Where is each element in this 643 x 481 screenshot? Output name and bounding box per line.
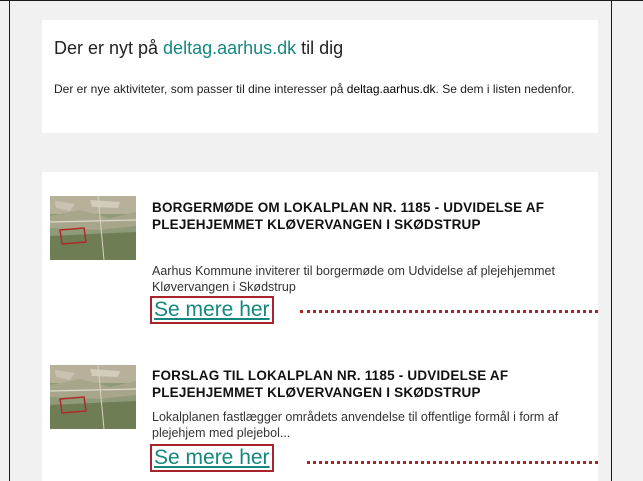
intro-text-part: . Se dem i listen nedenfor. [435, 82, 575, 96]
callout-dots [300, 310, 598, 316]
activity-list: BORGERMØDE OM LOKALPLAN NR. 1185 - UDVID… [42, 172, 598, 481]
intro-title-suffix: til dig [296, 38, 344, 58]
see-more-link[interactable]: Se mere her [150, 444, 274, 472]
frame-border-top [0, 0, 643, 1]
map-thumbnail[interactable] [50, 365, 136, 429]
frame-border-right [611, 0, 612, 481]
frame-border-left [9, 0, 10, 481]
item-description: Aarhus Kommune inviterer til borgermøde … [152, 264, 555, 294]
intro-text-part: Der er nye aktiviteter, som passer til d… [54, 82, 347, 96]
item-description: Lokalplanen fastlægger områdets anvendel… [152, 410, 559, 440]
intro-title-prefix: Der er nyt på [54, 38, 164, 58]
callout-dots [307, 461, 598, 467]
intro-card: Der er nyt på deltag.aarhus.dk til dig D… [42, 20, 598, 133]
site-link[interactable]: deltag.aarhus.dk [163, 38, 296, 58]
intro-text-site: deltag.aarhus.dk [346, 82, 436, 96]
item-title[interactable]: BORGERMØDE OM LOKALPLAN NR. 1185 - UDVID… [152, 200, 592, 233]
item-title[interactable]: FORSLAG TIL LOKALPLAN NR. 1185 - UDVIDEL… [152, 368, 592, 401]
see-more-link[interactable]: Se mere her [150, 296, 274, 324]
intro-text: Der er nye aktiviteter, som passer til d… [54, 82, 594, 96]
intro-title: Der er nyt på deltag.aarhus.dk til dig [54, 38, 343, 59]
map-thumbnail[interactable] [50, 196, 136, 260]
